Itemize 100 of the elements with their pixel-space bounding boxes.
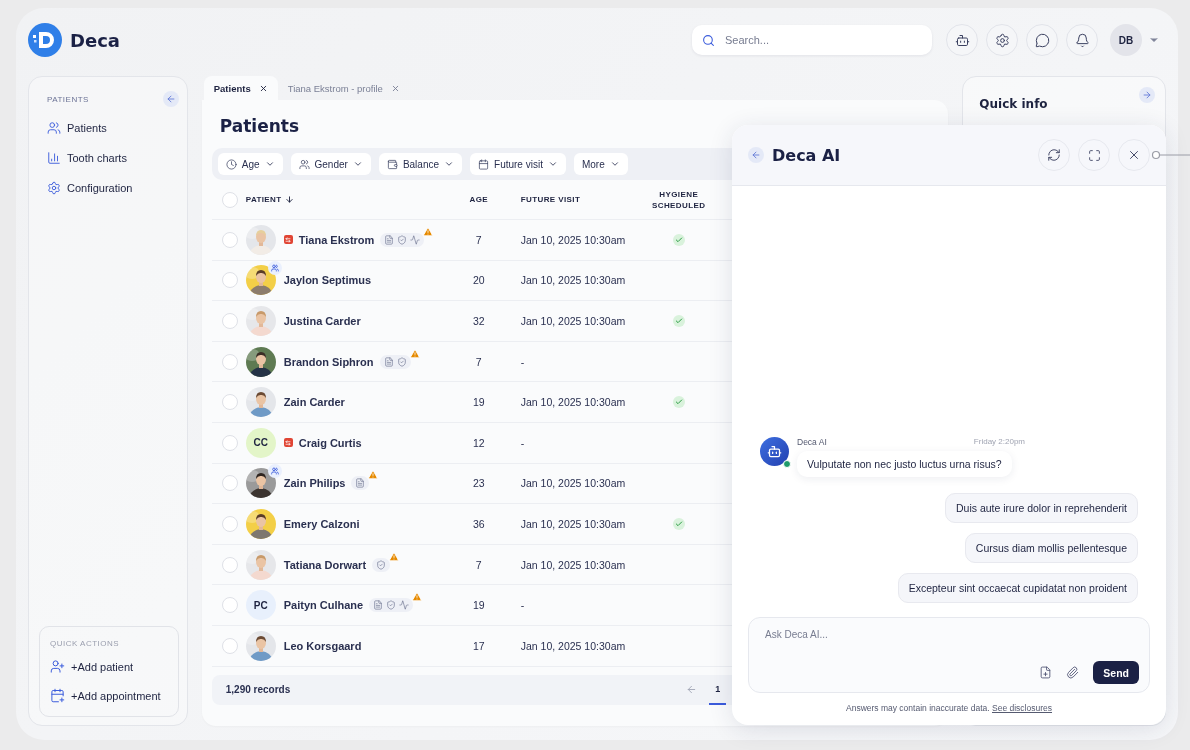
patient-name[interactable]: Brandon Siphron bbox=[283, 355, 374, 368]
fullscreen-icon bbox=[1087, 148, 1101, 162]
patient-name[interactable]: Leo Korsgaard bbox=[283, 639, 362, 652]
shield-icon bbox=[376, 559, 387, 570]
disclosures-link[interactable]: See disclosures bbox=[992, 703, 1052, 713]
attach-button[interactable] bbox=[1066, 666, 1080, 679]
nav-item[interactable]: Patients bbox=[39, 113, 179, 143]
age-cell-text: 32 bbox=[471, 315, 486, 327]
user-plus-icon bbox=[50, 659, 65, 674]
age-cell-text: 17 bbox=[471, 639, 486, 652]
tab[interactable]: Tiana Ekstrom - profile bbox=[277, 76, 410, 100]
message-bubble: Vulputate non nec justo luctus urna risus? bbox=[797, 451, 1012, 477]
nav-item[interactable]: Configuration bbox=[39, 173, 179, 203]
avatar: PC bbox=[245, 590, 276, 621]
column-header[interactable]: AGE bbox=[457, 195, 500, 204]
wallet-icon bbox=[386, 158, 398, 170]
patient-name[interactable]: Jaylon Septimus bbox=[283, 274, 372, 287]
row-checkbox[interactable] bbox=[221, 597, 238, 614]
filter-dropdown[interactable]: Gender bbox=[290, 153, 371, 175]
filter-dropdown[interactable]: Age bbox=[217, 153, 283, 175]
previous-page-button[interactable] bbox=[686, 684, 698, 696]
visit-cell-text: Jan 10, 2025 10:30am bbox=[519, 517, 627, 530]
patient-name[interactable]: Craig Curtis bbox=[298, 436, 362, 449]
chat-button[interactable] bbox=[1026, 24, 1058, 56]
sort-arrow-icon bbox=[284, 195, 294, 204]
visit-cell-text: Jan 10, 2025 10:30am bbox=[519, 274, 627, 287]
expand-button[interactable] bbox=[1139, 87, 1155, 103]
row-checkbox[interactable] bbox=[221, 556, 238, 573]
arrow-left-icon bbox=[686, 684, 698, 696]
refresh-icon bbox=[1047, 148, 1061, 162]
tab[interactable]: Patients bbox=[203, 76, 278, 100]
search-input[interactable]: Search... bbox=[723, 33, 903, 47]
filter-dropdown[interactable]: Future visit bbox=[470, 153, 566, 175]
filter-dropdown[interactable]: More bbox=[573, 153, 628, 175]
arrow-left-icon bbox=[165, 94, 176, 104]
visit-cell-text: Jan 10, 2025 10:30am bbox=[519, 477, 627, 490]
bell-icon bbox=[1074, 32, 1090, 48]
row-checkbox[interactable] bbox=[221, 394, 238, 411]
visit-cell-text: - bbox=[519, 355, 526, 368]
calendar-icon bbox=[478, 158, 490, 170]
age-cell-text: 19 bbox=[471, 396, 486, 409]
bot-button[interactable] bbox=[946, 24, 978, 56]
back-button[interactable] bbox=[748, 147, 764, 163]
row-checkbox[interactable] bbox=[221, 434, 238, 451]
patient-name[interactable]: Zain Carder bbox=[283, 396, 345, 409]
chevron-icon bbox=[352, 159, 363, 169]
shield-icon bbox=[397, 234, 408, 245]
patient-name[interactable]: Tatiana Dorwart bbox=[283, 558, 367, 571]
add-file-button[interactable] bbox=[1039, 666, 1053, 679]
document-icon bbox=[383, 356, 394, 367]
row-checkbox[interactable] bbox=[221, 313, 238, 329]
chat-icon bbox=[1034, 32, 1050, 48]
shield-icon bbox=[386, 600, 397, 611]
arrow-right-icon bbox=[1142, 90, 1152, 100]
panel-title: Quick info bbox=[979, 97, 1048, 111]
patient-name[interactable]: Emery Calzoni bbox=[283, 517, 360, 530]
row-checkbox[interactable] bbox=[221, 515, 238, 532]
column-header[interactable]: HYGIENE SCHEDULED bbox=[648, 188, 709, 211]
row-checkbox[interactable] bbox=[221, 637, 238, 654]
chevron-icon bbox=[547, 159, 558, 169]
age-cell-text: 23 bbox=[471, 477, 486, 490]
chevron-icon bbox=[444, 159, 455, 169]
quick-action[interactable]: +Add patient bbox=[50, 652, 170, 681]
patient-name[interactable]: Justina Carder bbox=[283, 315, 361, 327]
patient-name[interactable]: Zain Philips bbox=[283, 477, 346, 490]
search-field[interactable]: Search... bbox=[692, 25, 932, 55]
column-header[interactable]: PATIENT bbox=[245, 195, 458, 204]
message-bubble: Duis aute irure dolor in reprehenderit bbox=[945, 493, 1138, 523]
row-checkbox[interactable] bbox=[221, 475, 238, 492]
row-checkbox[interactable] bbox=[221, 272, 238, 289]
bot-icon bbox=[954, 32, 970, 48]
page-button[interactable]: 1 bbox=[709, 674, 727, 705]
settings-icon bbox=[47, 181, 61, 195]
column-header[interactable]: FUTURE VISIT bbox=[499, 195, 649, 204]
select-all-checkbox[interactable] bbox=[221, 191, 238, 208]
nav-item[interactable]: Tooth charts bbox=[39, 143, 179, 173]
record-count: 1,290 records bbox=[225, 684, 291, 696]
avatar: CC bbox=[245, 427, 276, 458]
message-time: Friday 2:20pm bbox=[973, 437, 1025, 447]
row-checkbox[interactable] bbox=[221, 353, 238, 370]
chart-icon bbox=[47, 151, 61, 165]
settings-button[interactable] bbox=[986, 24, 1018, 56]
bell-button[interactable] bbox=[1066, 24, 1098, 56]
send-button[interactable]: Send bbox=[1093, 661, 1139, 684]
patient-name[interactable]: Paityn Culhane bbox=[283, 599, 364, 612]
patient-name[interactable]: Tiana Ekstrom bbox=[298, 233, 375, 246]
sender-name: Deca AI bbox=[797, 437, 827, 447]
quick-action[interactable]: +Add appointment bbox=[50, 681, 170, 710]
filter-dropdown[interactable]: Balance bbox=[378, 153, 463, 175]
users-icon bbox=[47, 121, 61, 135]
chevron-icon bbox=[264, 159, 275, 169]
row-checkbox[interactable] bbox=[221, 231, 238, 248]
chevron-icon bbox=[609, 159, 620, 169]
activity-icon bbox=[410, 234, 421, 245]
age-cell-text: 7 bbox=[474, 558, 483, 571]
page-title: Patients bbox=[219, 116, 301, 136]
message-input[interactable]: Ask Deca AI... Send bbox=[748, 617, 1150, 693]
collapse-button[interactable] bbox=[162, 91, 179, 107]
message-bubble: Excepteur sint occaecat cupidatat non proident bbox=[897, 573, 1138, 603]
arrow-left-icon bbox=[751, 150, 761, 160]
